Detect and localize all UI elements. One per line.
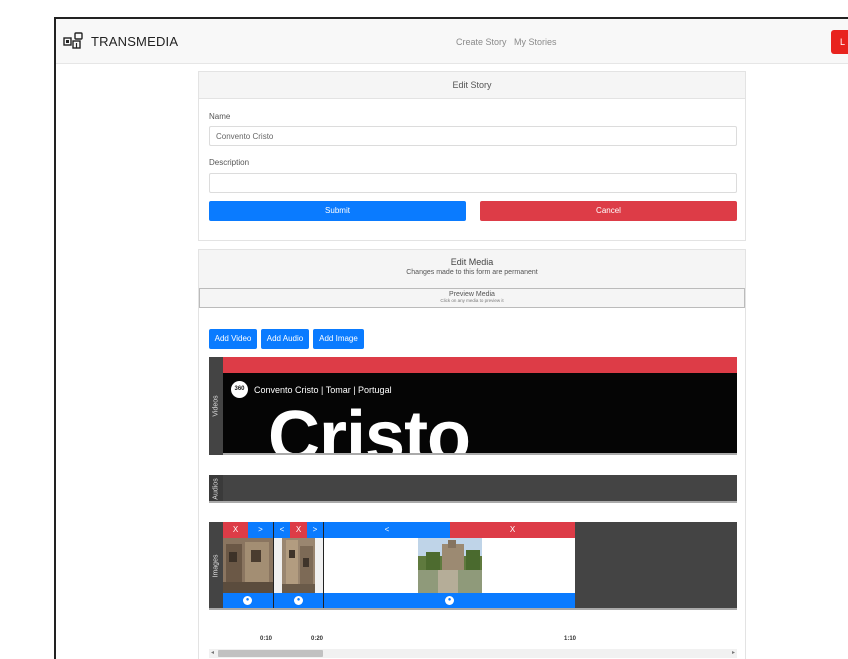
audio-track: Audios [209, 475, 737, 503]
image-clip-1[interactable]: X > ● [223, 522, 273, 608]
logout-button[interactable]: L [831, 30, 848, 54]
clock-icon[interactable]: ● [445, 596, 454, 605]
image-track: Images X > ● < X > ● < X ● [209, 522, 737, 610]
scroll-right-arrow-icon[interactable]: ▸ [732, 649, 735, 658]
add-media-toolbar: Add Video Add Audio Add Image [209, 329, 409, 349]
image-clip-2-duration-bar[interactable]: ● [274, 593, 323, 608]
scrollbar-thumb[interactable] [218, 650, 323, 657]
name-input[interactable] [209, 126, 737, 146]
audio-track-underline [209, 501, 737, 503]
navbar: TRANSMEDIA Create Story My Stories L [56, 19, 848, 64]
description-input[interactable] [209, 173, 737, 193]
preview-media-hint: Click on any media to preview it [440, 298, 504, 303]
image-clip-1-delete-button[interactable]: X [223, 522, 248, 538]
tick-label: 1:10 [564, 636, 577, 642]
brand-name: TRANSMEDIA [91, 33, 179, 49]
image-track-label: Images [209, 522, 223, 610]
preview-media-box[interactable]: Preview Media Click on any media to prev… [199, 288, 745, 308]
edit-story-header: Edit Story [199, 72, 745, 99]
image-clip-3[interactable]: < X ● [324, 522, 575, 608]
edit-media-card: Edit Media Changes made to this form are… [198, 249, 746, 659]
description-label: Description [209, 158, 250, 167]
add-video-button[interactable]: Add Video [209, 329, 257, 349]
audio-track-label-text: Audios [212, 478, 220, 500]
browser-frame: TRANSMEDIA Create Story My Stories L Edi… [54, 17, 848, 659]
image-clip-1-thumbnail [223, 538, 273, 593]
image-clip-2-thumbnail [282, 538, 315, 593]
video-thumbnail[interactable]: 360 Convento Cristo | Tomar | Portugal C… [223, 373, 737, 453]
video-track-underline [223, 453, 737, 455]
video-big-text: Cristo [268, 397, 471, 453]
brand[interactable]: TRANSMEDIA [63, 32, 178, 50]
nav-links: Create Story My Stories [456, 37, 562, 47]
video-clip-bar[interactable] [223, 357, 737, 373]
tick-label: 0:10 [260, 636, 273, 642]
cancel-button[interactable]: Cancel [480, 201, 737, 221]
image-track-label-text: Images [212, 554, 220, 578]
video-track: Videos 360 Convento Cristo | Tomar | Por… [209, 357, 737, 455]
submit-button[interactable]: Submit [209, 201, 466, 221]
image-clip-3-thumbnail [418, 538, 482, 593]
edit-media-subtitle: Changes made to this form are permanent [406, 269, 538, 276]
timeline-scrollbar[interactable]: ◂ ▸ [209, 649, 737, 658]
edit-media-header: Edit Media Changes made to this form are… [199, 250, 745, 288]
name-label: Name [209, 112, 231, 121]
image-clip-2-delete-button[interactable]: X [290, 522, 307, 538]
nav-link-create-story[interactable]: Create Story [456, 37, 507, 47]
add-audio-button[interactable]: Add Audio [261, 329, 309, 349]
edit-story-card: Edit Story Name Description Submit Cance… [198, 71, 746, 241]
add-image-button[interactable]: Add Image [313, 329, 364, 349]
video-title: Convento Cristo | Tomar | Portugal [254, 385, 392, 395]
preview-media-title: Preview Media [449, 291, 495, 298]
image-clip-2-prev-button[interactable]: < [274, 522, 290, 538]
scroll-left-arrow-icon[interactable]: ◂ [211, 649, 214, 658]
image-clip-2-next-button[interactable]: > [307, 522, 323, 538]
image-clip-3-delete-button[interactable]: X [450, 522, 575, 538]
image-clip-3-prev-button[interactable]: < [324, 522, 450, 538]
clock-icon[interactable]: ● [294, 596, 303, 605]
video-track-label: Videos [209, 357, 223, 455]
tick-label: 0:20 [311, 636, 324, 642]
360-badge-icon: 360 [231, 381, 248, 398]
audio-track-label: Audios [209, 475, 223, 503]
image-clip-1-next-button[interactable]: > [248, 522, 273, 538]
image-track-underline [209, 608, 737, 610]
image-clip-3-duration-bar[interactable]: ● [324, 593, 575, 608]
video-track-label-text: Videos [212, 395, 220, 417]
nav-link-my-stories[interactable]: My Stories [514, 37, 557, 47]
edit-media-title: Edit Media [450, 257, 494, 267]
image-clip-1-duration-bar[interactable]: ● [223, 593, 273, 608]
transmedia-logo-icon [63, 32, 83, 49]
clock-icon[interactable]: ● [243, 596, 252, 605]
image-clip-2[interactable]: < X > ● [274, 522, 323, 608]
